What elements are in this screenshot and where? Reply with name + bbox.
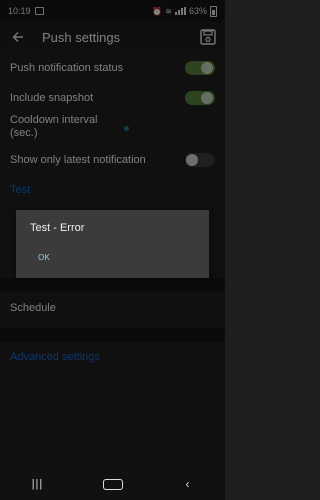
recents-icon[interactable]: ||| [28, 478, 48, 490]
error-dialog: Test - Error OK [16, 210, 209, 278]
ok-button[interactable]: OK [38, 253, 50, 262]
home-icon [102, 478, 123, 490]
dialog-title: Test - Error [30, 222, 85, 234]
system-nav-bar: ||| ‹ [0, 468, 225, 500]
home-button[interactable] [102, 478, 123, 490]
nav-back-icon[interactable]: ‹ [178, 477, 198, 491]
